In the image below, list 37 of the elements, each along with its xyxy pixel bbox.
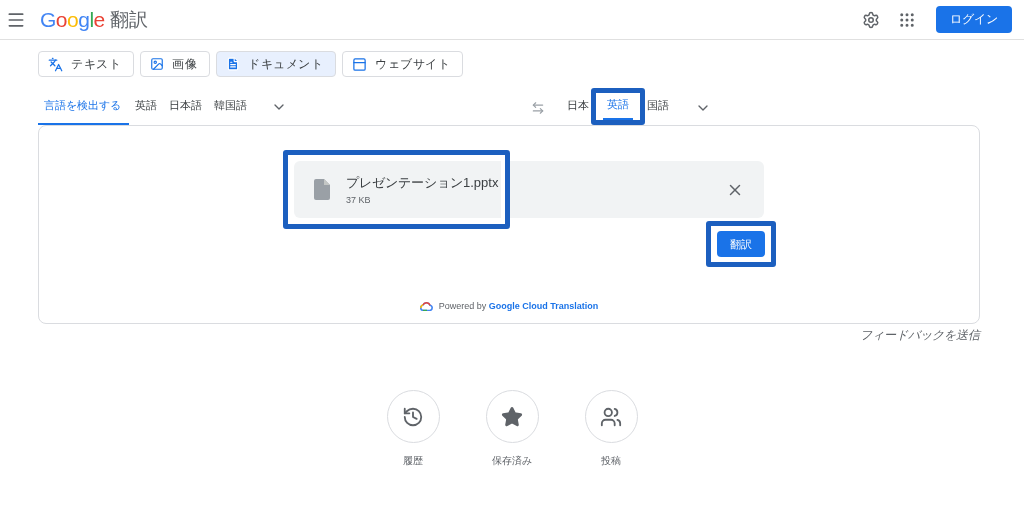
apps-icon[interactable] <box>898 10 916 29</box>
powered-by-text: Powered by Google Cloud Translation <box>438 301 599 311</box>
login-button[interactable]: ログイン <box>936 6 1012 33</box>
history-icon <box>402 405 424 428</box>
document-icon <box>226 57 240 71</box>
language-tab[interactable]: 韓国語 <box>208 89 253 125</box>
file-size: 37 KB <box>346 195 372 205</box>
shortcut-button[interactable] <box>584 390 638 443</box>
shortcut-label: 履歴 <box>403 454 423 468</box>
language-tab[interactable]: 英語 <box>129 89 163 125</box>
shortcut-label: 投稿 <box>601 454 621 468</box>
file-name: プレゼンテーション1.pptx <box>346 174 500 192</box>
language-tab[interactable]: 日本 <box>564 89 591 125</box>
shortcut-label: 保存済み <box>492 454 532 468</box>
language-tab[interactable]: 国語 <box>644 89 671 125</box>
google-logo: Google <box>40 7 105 32</box>
website-icon <box>352 56 367 72</box>
translate-icon <box>48 56 63 72</box>
cloud-translation-link[interactable]: Google Cloud Translation <box>488 301 599 311</box>
cloud-logo <box>419 301 433 311</box>
mode-tab[interactable]: ウェブサイト <box>342 51 463 77</box>
mode-tab[interactable]: ドキュメント <box>216 51 336 77</box>
app-title: 翻訳 <box>109 7 148 32</box>
mode-tab[interactable]: テキスト <box>38 51 134 77</box>
translate-button[interactable]: 翻訳 <box>717 231 765 257</box>
language-tab[interactable]: 言語を検出する <box>38 89 129 125</box>
shortcut-button[interactable] <box>485 390 539 443</box>
mode-tab[interactable]: 画像 <box>140 51 210 77</box>
language-tab[interactable]: 日本語 <box>163 89 208 125</box>
star-icon <box>501 405 523 428</box>
shortcut-button[interactable] <box>386 390 440 443</box>
language-tab[interactable]: 英語 <box>602 93 633 120</box>
file-icon <box>314 179 330 200</box>
people-icon <box>600 405 622 428</box>
image-icon <box>150 57 164 71</box>
settings-icon[interactable] <box>862 10 880 29</box>
feedback-link[interactable]: フィードバックを送信 <box>860 327 980 344</box>
